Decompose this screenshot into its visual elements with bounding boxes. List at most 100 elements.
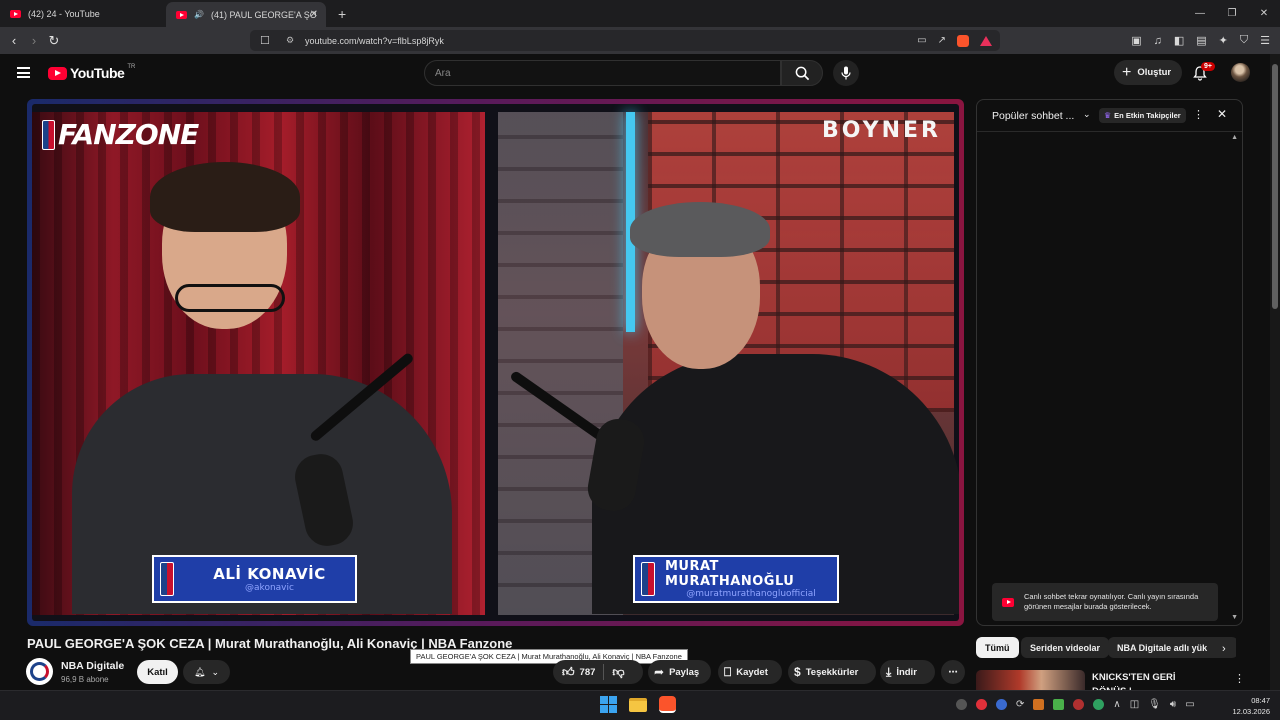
download-button[interactable]: ⤓ İndir [880, 660, 935, 684]
video-player[interactable]: FANZONE BOYNER ALİ KONAVİC @akonavic MUR… [27, 99, 964, 626]
chip-channel-uploads[interactable]: NBA Digitale adlı yük [1108, 637, 1236, 658]
media-icon[interactable]: ♫ [1154, 35, 1162, 47]
site-info-icon[interactable]: ⚙ [286, 35, 294, 46]
thanks-icon: $ [794, 665, 801, 679]
search-button[interactable] [781, 60, 823, 86]
tab-close-icon[interactable]: ✕ [310, 9, 318, 20]
chat-scroll-down-icon[interactable]: ▼ [1231, 614, 1238, 621]
tray-app-icon[interactable] [1073, 699, 1085, 710]
search-icon [795, 66, 809, 80]
video-frame[interactable]: FANZONE BOYNER ALİ KONAVİC @akonavic MUR… [32, 104, 959, 621]
account-avatar[interactable] [1231, 63, 1250, 82]
back-button[interactable]: ‹ [4, 33, 24, 48]
bookmark-save-icon: ⎕ [724, 664, 732, 679]
close-chat-icon[interactable]: ✕ [1217, 107, 1227, 121]
minimize-button[interactable]: — [1184, 8, 1216, 19]
address-bar[interactable]: ☐ ⚙ youtube.com/watch?v=flbLsp8jRyk ▭ ↗ [250, 30, 1000, 51]
tray-app-icon[interactable] [956, 699, 967, 710]
crown-icon: ♛ [1104, 111, 1112, 120]
title-tooltip: PAUL GEORGE'A ŞOK CEZA | Murat Murathano… [410, 649, 688, 664]
download-icon: ⤓ [886, 664, 892, 679]
tray-app-icon[interactable] [996, 699, 1007, 710]
nba-logo-icon [641, 562, 655, 596]
page-scrollbar[interactable] [1270, 54, 1280, 690]
youtube-logo[interactable]: YouTube TR [48, 64, 135, 81]
microphone-icon [841, 66, 851, 80]
chip-all[interactable]: Tümü [976, 637, 1019, 658]
browser-toolbar: ‹ › ↻ ☐ ⚙ youtube.com/watch?v=flbLsp8jRy… [0, 27, 1280, 54]
chat-mode-label[interactable]: Popüler sohbet ... [992, 110, 1074, 122]
recommended-video-title[interactable]: KNICKS'TEN GERİ DÖNÜŞ | [1092, 671, 1212, 690]
browser-tab[interactable]: (42) 24 - YouTube [0, 0, 166, 27]
cast-icon[interactable]: ▭ [917, 35, 926, 46]
wallet-icon[interactable]: ▤ [1196, 34, 1206, 47]
chevron-down-icon[interactable]: ⌄ [1083, 109, 1091, 120]
more-actions-button[interactable]: ⋯ [941, 660, 965, 684]
tray-chevron-icon[interactable]: ∧ [1113, 699, 1120, 710]
live-chat-panel: Popüler sohbet ... ⌄ ♛ En Etkin Takipçil… [976, 99, 1243, 626]
join-button[interactable]: Katıl [137, 660, 178, 684]
new-tab-button[interactable]: + [338, 6, 346, 22]
youtube-favicon-icon [176, 10, 187, 19]
share-button[interactable]: ➦ Paylaş [648, 660, 711, 684]
leo-ai-icon[interactable]: ✦ [1219, 34, 1228, 47]
fanzone-logo: FANZONE [42, 118, 199, 151]
channel-avatar[interactable] [26, 658, 53, 685]
file-explorer-icon[interactable] [629, 697, 647, 712]
share-icon: ➦ [654, 665, 665, 679]
like-count[interactable]: 787 [580, 667, 596, 678]
menu-icon[interactable]: ☰ [1260, 34, 1270, 47]
tray-app-icon[interactable] [976, 699, 987, 710]
more-vertical-icon[interactable]: ⋮ [1234, 672, 1245, 685]
brave-shields-icon[interactable] [957, 34, 969, 47]
guide-menu-icon[interactable] [17, 67, 30, 78]
network-icon[interactable]: ◫ [1130, 699, 1139, 710]
subscription-bell-button[interactable]: 🔔︎ ⌄ [183, 660, 230, 684]
chat-menu-icon[interactable]: ⋮ [1193, 108, 1204, 121]
browser-tab-active[interactable]: 🔊 (41) PAUL GEORGE'A ŞOK CEZA ✕ [166, 2, 326, 27]
recommended-video-thumbnail[interactable] [976, 670, 1085, 690]
restore-button[interactable]: ❐ [1216, 8, 1248, 19]
share-page-icon[interactable]: ↗ [938, 35, 946, 46]
tray-app-icon[interactable] [1053, 699, 1065, 710]
volume-icon[interactable]: 🔊︎ [1170, 699, 1176, 710]
nameplate-left: ALİ KONAVİC @akonavic [152, 555, 357, 603]
save-button[interactable]: ⎕ Kaydet [718, 660, 782, 684]
search-input[interactable]: Ara [424, 60, 781, 86]
thanks-button[interactable]: $ Teşekkürler [788, 660, 876, 684]
chip-series[interactable]: Seriden videolar [1021, 637, 1110, 658]
brave-browser-icon[interactable] [659, 696, 676, 713]
bookmark-icon[interactable]: ☐ [260, 34, 270, 47]
system-clock[interactable]: 08:47 12.03.2026 [1226, 695, 1270, 718]
chat-scroll-up-icon[interactable]: ▲ [1231, 134, 1238, 141]
tray-app-icon[interactable]: ⟳ [1016, 699, 1024, 710]
boyner-logo: BOYNER [822, 118, 941, 143]
url-text[interactable]: youtube.com/watch?v=flbLsp8jRyk [305, 36, 444, 46]
bell-icon: 🔔︎ [194, 666, 206, 677]
sidebar-icon[interactable]: ◧ [1174, 34, 1184, 47]
tray-app-icon[interactable] [1093, 699, 1105, 710]
windows-start-icon[interactable] [600, 696, 617, 713]
reader-mode-icon[interactable]: ▣ [1131, 34, 1141, 47]
like-icon[interactable]: 👍︎ [562, 665, 575, 680]
dislike-icon[interactable]: 👎︎ [612, 665, 624, 680]
youtube-play-icon [48, 66, 67, 80]
close-window-button[interactable]: ✕ [1248, 8, 1280, 19]
microphone-tray-icon[interactable]: 🎙︎ [1148, 699, 1161, 710]
vpn-shield-icon[interactable]: ⛉ [1240, 34, 1248, 47]
forward-button[interactable]: › [24, 33, 44, 48]
create-button[interactable]: + Oluştur [1114, 60, 1182, 85]
channel-name[interactable]: NBA Digitale [61, 660, 124, 672]
brave-rewards-icon[interactable] [980, 35, 992, 46]
browser-tab-bar: (42) 24 - YouTube 🔊 (41) PAUL GEORGE'A Ş… [0, 0, 1280, 27]
recommendation-filter-chips: Tümü Seriden videolar NBA Digitale adlı … [976, 637, 1236, 659]
window-controls: — ❐ ✕ [1184, 0, 1280, 27]
reload-button[interactable]: ↻ [44, 33, 64, 49]
battery-icon[interactable]: ▭ [1185, 699, 1194, 710]
voice-search-button[interactable] [833, 60, 859, 86]
chevron-right-icon[interactable]: › [1222, 643, 1226, 655]
chat-replay-notice: Canlı sohbet tekrar oynatılıyor. Canlı y… [992, 583, 1218, 621]
top-fans-chip[interactable]: ♛ En Etkin Takipçiler [1099, 108, 1186, 123]
nba-logo-icon [160, 562, 174, 596]
tray-app-icon[interactable] [1033, 699, 1045, 710]
